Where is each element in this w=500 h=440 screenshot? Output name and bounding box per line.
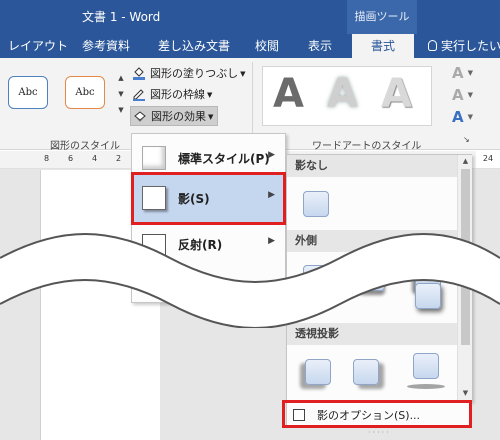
scroll-down-icon[interactable]: ▼: [116, 86, 126, 102]
lightbulb-icon: [428, 40, 437, 51]
resize-grip-icon[interactable]: ·····: [368, 428, 391, 437]
context-tab-group-label: 描画ツール: [347, 0, 417, 34]
submenu-arrow-icon: ▶: [268, 150, 275, 160]
shadow-option-perspective[interactable]: [353, 359, 379, 385]
ruler-number: 6: [68, 154, 74, 163]
ruler-number: 24: [476, 150, 500, 168]
chevron-down-icon: ▼: [467, 113, 473, 121]
perspective-shadow-ellipse: [407, 384, 445, 389]
ruler-number: 8: [44, 154, 50, 163]
shadow-option-none[interactable]: [303, 191, 329, 217]
chevron-down-icon: ▼: [207, 91, 213, 99]
wordart-styles-group-label: ワードアートのスタイル: [312, 141, 422, 152]
shape-style-gallery-scroll[interactable]: ▲ ▼ ▼: [116, 70, 126, 120]
page-break-wave: [0, 233, 500, 328]
tab-view[interactable]: 表示: [308, 34, 332, 58]
wordart-style-shadow[interactable]: A: [381, 71, 412, 117]
shape-effects-button[interactable]: 図形の効果 ▼: [130, 106, 219, 126]
scroll-down-icon[interactable]: ▼: [460, 389, 471, 399]
dialog-launcher-icon[interactable]: ↘: [463, 135, 470, 144]
shape-styles-group-label: 図形のスタイル: [50, 141, 120, 152]
text-effects-button[interactable]: A ▼: [452, 108, 473, 126]
text-fill-button[interactable]: A ▼: [452, 64, 473, 82]
shape-effects-icon: [133, 109, 147, 123]
chevron-down-icon: ▼: [467, 69, 473, 77]
shape-style-blue[interactable]: Abc: [8, 76, 48, 109]
ruler-number: 4: [92, 154, 98, 163]
text-effects-icon: A: [452, 108, 464, 126]
wordart-style-glow[interactable]: A: [327, 71, 358, 117]
standard-style-icon: [142, 146, 166, 170]
tell-me-box[interactable]: 実行したい: [428, 34, 500, 58]
shape-effects-label: 図形の効果: [151, 110, 206, 123]
text-outline-icon: A: [452, 86, 464, 104]
shadow-option-perspective[interactable]: [413, 353, 439, 379]
tab-references[interactable]: 参考資料: [82, 34, 130, 58]
text-outline-button[interactable]: A ▼: [452, 86, 473, 104]
shape-outline-button[interactable]: 図形の枠線 ▼: [132, 85, 212, 105]
shape-fill-button[interactable]: 図形の塗りつぶし ▼: [132, 64, 246, 84]
title-bar: 文書 1 - Word 描画ツール: [0, 0, 500, 34]
scroll-up-icon[interactable]: ▲: [116, 70, 126, 86]
highlight-box: [282, 400, 472, 428]
gallery-header-no-shadow: 影なし: [287, 155, 457, 177]
gallery-more-icon[interactable]: ▼: [116, 102, 126, 118]
shape-fill-label: 図形の塗りつぶし: [150, 67, 239, 80]
document-title: 文書 1 - Word: [82, 10, 161, 24]
tab-review[interactable]: 校閲: [255, 34, 279, 58]
tell-me-label: 実行したい: [441, 39, 500, 53]
tab-mailings[interactable]: 差し込み文書: [158, 34, 230, 58]
shadow-option-perspective[interactable]: [305, 359, 331, 385]
text-fill-icon: A: [452, 64, 464, 82]
chevron-down-icon: ▼: [240, 70, 246, 78]
chevron-down-icon: ▼: [467, 91, 473, 99]
chevron-down-icon: ▼: [208, 113, 214, 121]
ribbon-tab-bar: レイアウト 参考資料 差し込み文書 校閲 表示 書式 実行したい: [0, 34, 500, 58]
menu-item-label: 標準スタイル(P): [178, 152, 270, 166]
ruler-number: 2: [116, 154, 122, 163]
tab-format[interactable]: 書式: [352, 34, 414, 58]
wordart-style-gallery: A A A: [262, 66, 432, 126]
scroll-up-icon[interactable]: ▲: [460, 157, 471, 167]
highlight-box: [131, 172, 286, 225]
shape-outline-label: 図形の枠線: [150, 88, 205, 101]
pen-icon: [132, 87, 146, 101]
tab-layout[interactable]: レイアウト: [8, 34, 68, 58]
shape-style-orange[interactable]: Abc: [65, 76, 105, 109]
wordart-style-dark[interactable]: A: [273, 71, 304, 117]
paint-bucket-icon: [132, 66, 146, 80]
